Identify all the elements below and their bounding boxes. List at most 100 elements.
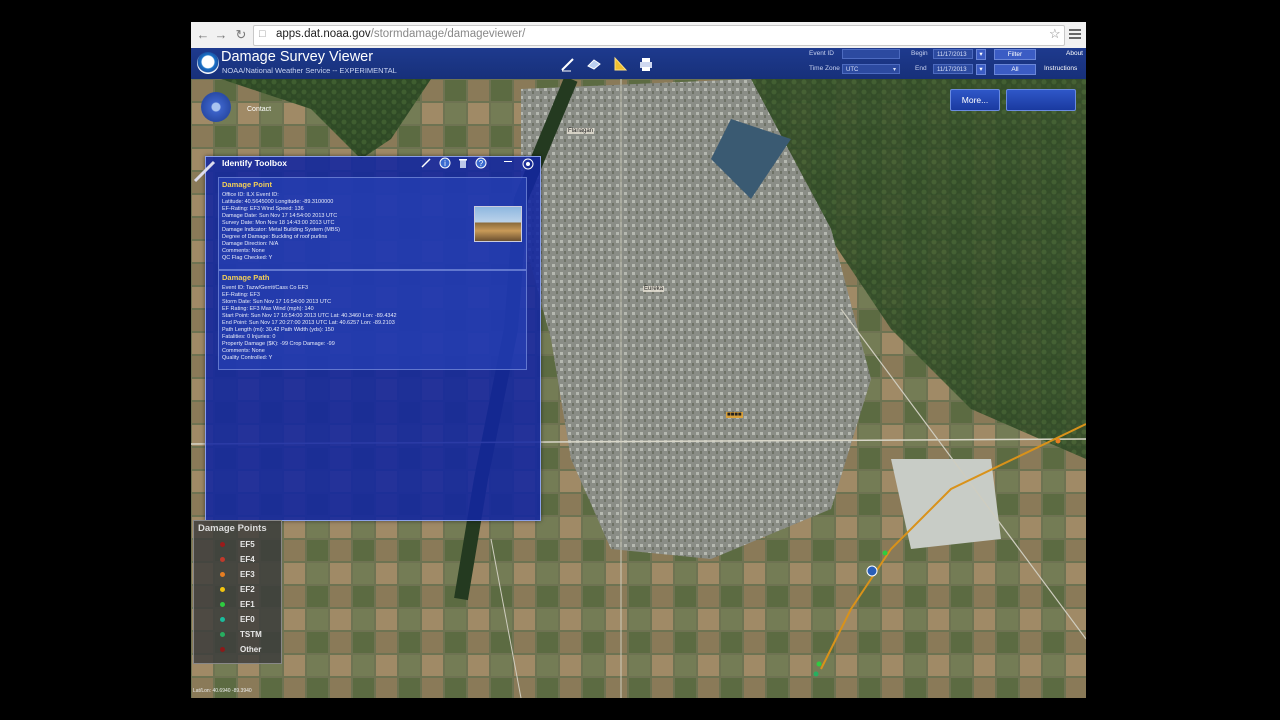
damage-path-line: EF-Rating: EF3 — [222, 292, 260, 298]
legend-marker-icon — [220, 572, 225, 577]
event-id-label: Event ID — [809, 50, 834, 57]
legend-marker-icon — [220, 542, 225, 547]
noaa-logo-icon — [197, 52, 219, 74]
damage-point-line: Damage Indicator: Metal Building System … — [222, 227, 340, 233]
legend-item: EF4 — [194, 554, 281, 568]
legend-label: TSTM — [240, 630, 262, 639]
identify-toolbox-panel: Identify Toolbox i ? Damage Point Office… — [193, 156, 541, 521]
measure-ruler-icon[interactable] — [611, 55, 629, 73]
legend-label: EF5 — [240, 540, 255, 549]
damage-point-line: Damage Date: Sun Nov 17 14:54:00 2013 UT… — [222, 213, 338, 219]
about-link[interactable]: About — [1066, 50, 1083, 57]
address-bar[interactable]: □ apps.dat.noaa.gov/stormdamage/damagevi… — [253, 25, 1065, 46]
time-zone-label: Time Zone — [809, 65, 840, 72]
delete-icon[interactable] — [457, 157, 469, 169]
instructions-link[interactable]: Instructions — [1044, 65, 1077, 72]
damage-photo-thumbnail[interactable] — [474, 206, 522, 242]
bookmark-star-icon[interactable]: ☆ — [1049, 26, 1061, 42]
legend-item: Other — [194, 644, 281, 658]
legend-label: Other — [240, 645, 262, 654]
legend-marker-icon — [220, 617, 225, 622]
panel-title: Identify Toolbox — [222, 158, 288, 168]
identify-icon[interactable]: i — [439, 157, 451, 169]
end-date-input[interactable]: 11/17/2013 — [933, 64, 973, 74]
minimize-icon[interactable] — [504, 161, 512, 162]
end-date-picker-icon[interactable]: ▾ — [976, 64, 986, 75]
damage-point-line: EF-Rating: EF3 Wind Speed: 136 — [222, 206, 304, 212]
pencil-icon — [193, 160, 216, 183]
reload-icon[interactable]: ↻ — [233, 27, 249, 43]
svg-text:i: i — [444, 159, 446, 168]
legend-item: EF5 — [194, 539, 281, 553]
legend-item: EF2 — [194, 584, 281, 598]
damage-point-line: QC Flag Checked: Y — [222, 255, 273, 261]
damage-points-legend: Damage Points EF5 EF4 EF3 EF2 EF1 EF0 TSTM Othe… — [193, 520, 282, 664]
draw-icon[interactable] — [420, 157, 432, 169]
draw-pencil-icon[interactable] — [559, 55, 577, 73]
damage-point-line: Degree of Damage: Buckling of roof purli… — [222, 234, 328, 240]
all-button[interactable]: All — [994, 64, 1036, 75]
satellite-map[interactable]: Flanagan Eureka ■■■■ Contact More... Ide… — [191, 79, 1086, 698]
app-subtitle: NOAA/National Weather Service -- EXPERIM… — [222, 66, 397, 75]
pan-control-icon[interactable] — [201, 92, 231, 122]
damage-path-line: Comments: None — [222, 348, 265, 354]
chevron-down-icon: ▾ — [892, 67, 896, 73]
more-button[interactable]: More... — [950, 89, 1000, 111]
legend-item: TSTM — [194, 629, 281, 643]
damage-path-line: Start Point: Sun Nov 17 16:54:00 2013 UT… — [222, 313, 397, 319]
damage-path-line: Fatalities: 0 Injuries: 0 — [222, 334, 276, 340]
damage-point-line: Office ID: ILX Event ID: — [222, 192, 279, 198]
browser-window: ← → ↻ □ apps.dat.noaa.gov/stormdamage/da… — [191, 22, 1086, 698]
damage-point-heading: Damage Point — [222, 180, 273, 189]
begin-date-input[interactable]: 11/17/2013 — [933, 49, 973, 59]
damage-path-line: Property Damage ($K): -99 Crop Damage: -… — [222, 341, 335, 347]
eraser-icon[interactable] — [585, 55, 603, 73]
back-icon[interactable]: ← — [195, 27, 211, 43]
legend-label: EF1 — [240, 600, 255, 609]
legend-marker-icon — [220, 557, 225, 562]
close-icon[interactable] — [522, 158, 534, 170]
damage-path-section: Damage Path Event ID: Tazw/Gerrit/Cass C… — [218, 270, 527, 370]
legend-item: EF1 — [194, 599, 281, 613]
legend-item: EF0 — [194, 614, 281, 628]
contact-link[interactable]: Contact — [247, 106, 271, 113]
legend-marker-icon — [220, 602, 225, 607]
url-host: apps.dat.noaa.gov — [276, 28, 371, 40]
end-label: End — [915, 65, 927, 72]
legend-item: EF3 — [194, 569, 281, 583]
damage-path-line: Storm Date: Sun Nov 17 16:54:00 2013 UTC — [222, 299, 332, 305]
svg-text:?: ? — [479, 159, 484, 168]
damage-path-line: Path Length (mi): 30.42 Path Width (yds)… — [222, 327, 334, 333]
legend-title: Damage Points — [198, 523, 267, 534]
legend-label: EF2 — [240, 585, 255, 594]
damage-point-line: Damage Direction: N/A — [222, 241, 279, 247]
legend-label: EF3 — [240, 570, 255, 579]
filter-button[interactable]: Filter — [994, 49, 1036, 60]
damage-point-line: Latitude: 40.5645000 Longitude: -89.3100… — [222, 199, 334, 205]
app-header: Damage Survey Viewer NOAA/National Weath… — [191, 48, 1086, 80]
event-id-input[interactable] — [842, 49, 900, 59]
damage-point-line: Comments: None — [222, 248, 265, 254]
page-icon: □ — [259, 28, 266, 40]
begin-label: Begin — [911, 50, 928, 57]
legend-marker-icon — [220, 632, 225, 637]
print-icon[interactable] — [637, 55, 655, 73]
legend-marker-icon — [220, 647, 225, 652]
damage-point-section: Damage Point Office ID: ILX Event ID: La… — [218, 177, 527, 270]
legend-marker-icon — [220, 587, 225, 592]
time-zone-select[interactable]: UTC ▾ — [842, 64, 900, 74]
damage-path-line: Quality Controlled: Y — [222, 355, 273, 361]
map-place-label: ■■■■ — [726, 412, 743, 418]
browser-menu-icon[interactable] — [1069, 27, 1081, 41]
damage-path-heading: Damage Path — [222, 273, 270, 282]
help-icon[interactable]: ? — [475, 157, 487, 169]
app-title: Damage Survey Viewer — [221, 49, 374, 65]
legend-label: EF4 — [240, 555, 255, 564]
map-place-label: Eureka — [643, 286, 665, 292]
damage-path-line: Event ID: Tazw/Gerrit/Cass Co EF3 — [222, 285, 309, 291]
layers-button[interactable] — [1006, 89, 1076, 111]
forward-icon[interactable]: → — [213, 27, 229, 43]
begin-date-picker-icon[interactable]: ▾ — [976, 49, 986, 60]
damage-path-line: EF Rating: EF3 Max Wind (mph): 140 — [222, 306, 314, 312]
damage-point-line: Survey Date: Mon Nov 18 14:43:00 2013 UT… — [222, 220, 335, 226]
